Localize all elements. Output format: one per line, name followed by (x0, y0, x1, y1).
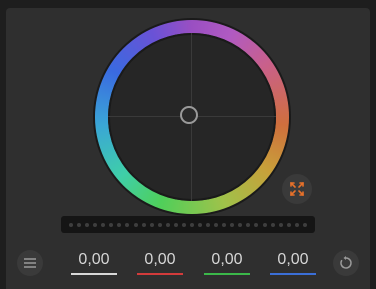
slider-dot (149, 222, 154, 227)
red-underline (137, 273, 183, 275)
slider-dot (125, 222, 130, 227)
slider-dot (101, 222, 106, 227)
slider-dot (230, 222, 235, 227)
slider-dot (109, 222, 114, 227)
slider-dot (198, 222, 202, 227)
slider-dot (254, 222, 259, 227)
blue-underline (270, 273, 316, 275)
slider-dot (117, 222, 122, 227)
slider-dot (77, 222, 82, 227)
red-value-field[interactable]: 0,00 (137, 249, 183, 277)
slider-dot (93, 222, 98, 227)
slider-dot (246, 222, 251, 227)
slider-dot (286, 222, 291, 227)
slider-dot (157, 222, 162, 227)
blue-value: 0,00 (277, 251, 309, 268)
slider-dot (141, 222, 146, 227)
menu-button[interactable] (17, 250, 43, 276)
slider-dot (181, 222, 186, 227)
slider-dot (238, 222, 243, 227)
slider-dot (222, 222, 227, 227)
expand-button[interactable] (282, 174, 312, 204)
reset-button[interactable] (333, 250, 359, 276)
reset-icon (340, 256, 352, 269)
blue-value-field[interactable]: 0,00 (270, 249, 316, 277)
color-wheel[interactable] (95, 20, 289, 214)
master-wheel-slider[interactable] (61, 216, 315, 233)
slider-dot (173, 222, 178, 227)
slider-dot (165, 222, 170, 227)
hamburger-menu-icon (24, 258, 36, 268)
green-underline (204, 273, 250, 275)
slider-dot (206, 222, 211, 227)
expand-arrows-icon (290, 182, 304, 196)
slider-dot (302, 222, 307, 227)
slider-dot (214, 222, 219, 227)
slider-dot (69, 222, 73, 227)
green-value-field[interactable]: 0,00 (204, 249, 250, 277)
green-value: 0,00 (211, 251, 243, 268)
master-value-field[interactable]: 0,00 (71, 249, 117, 277)
slider-dot (189, 222, 194, 227)
wheel-puck[interactable] (180, 106, 198, 124)
master-value: 0,00 (78, 251, 110, 268)
slider-dot (85, 222, 90, 227)
slider-dot (133, 222, 138, 227)
slider-dot (278, 222, 283, 227)
red-value: 0,00 (144, 251, 176, 268)
slider-dot (294, 222, 299, 227)
slider-dot (270, 222, 275, 227)
master-underline (71, 273, 117, 275)
slider-dot (262, 222, 267, 227)
